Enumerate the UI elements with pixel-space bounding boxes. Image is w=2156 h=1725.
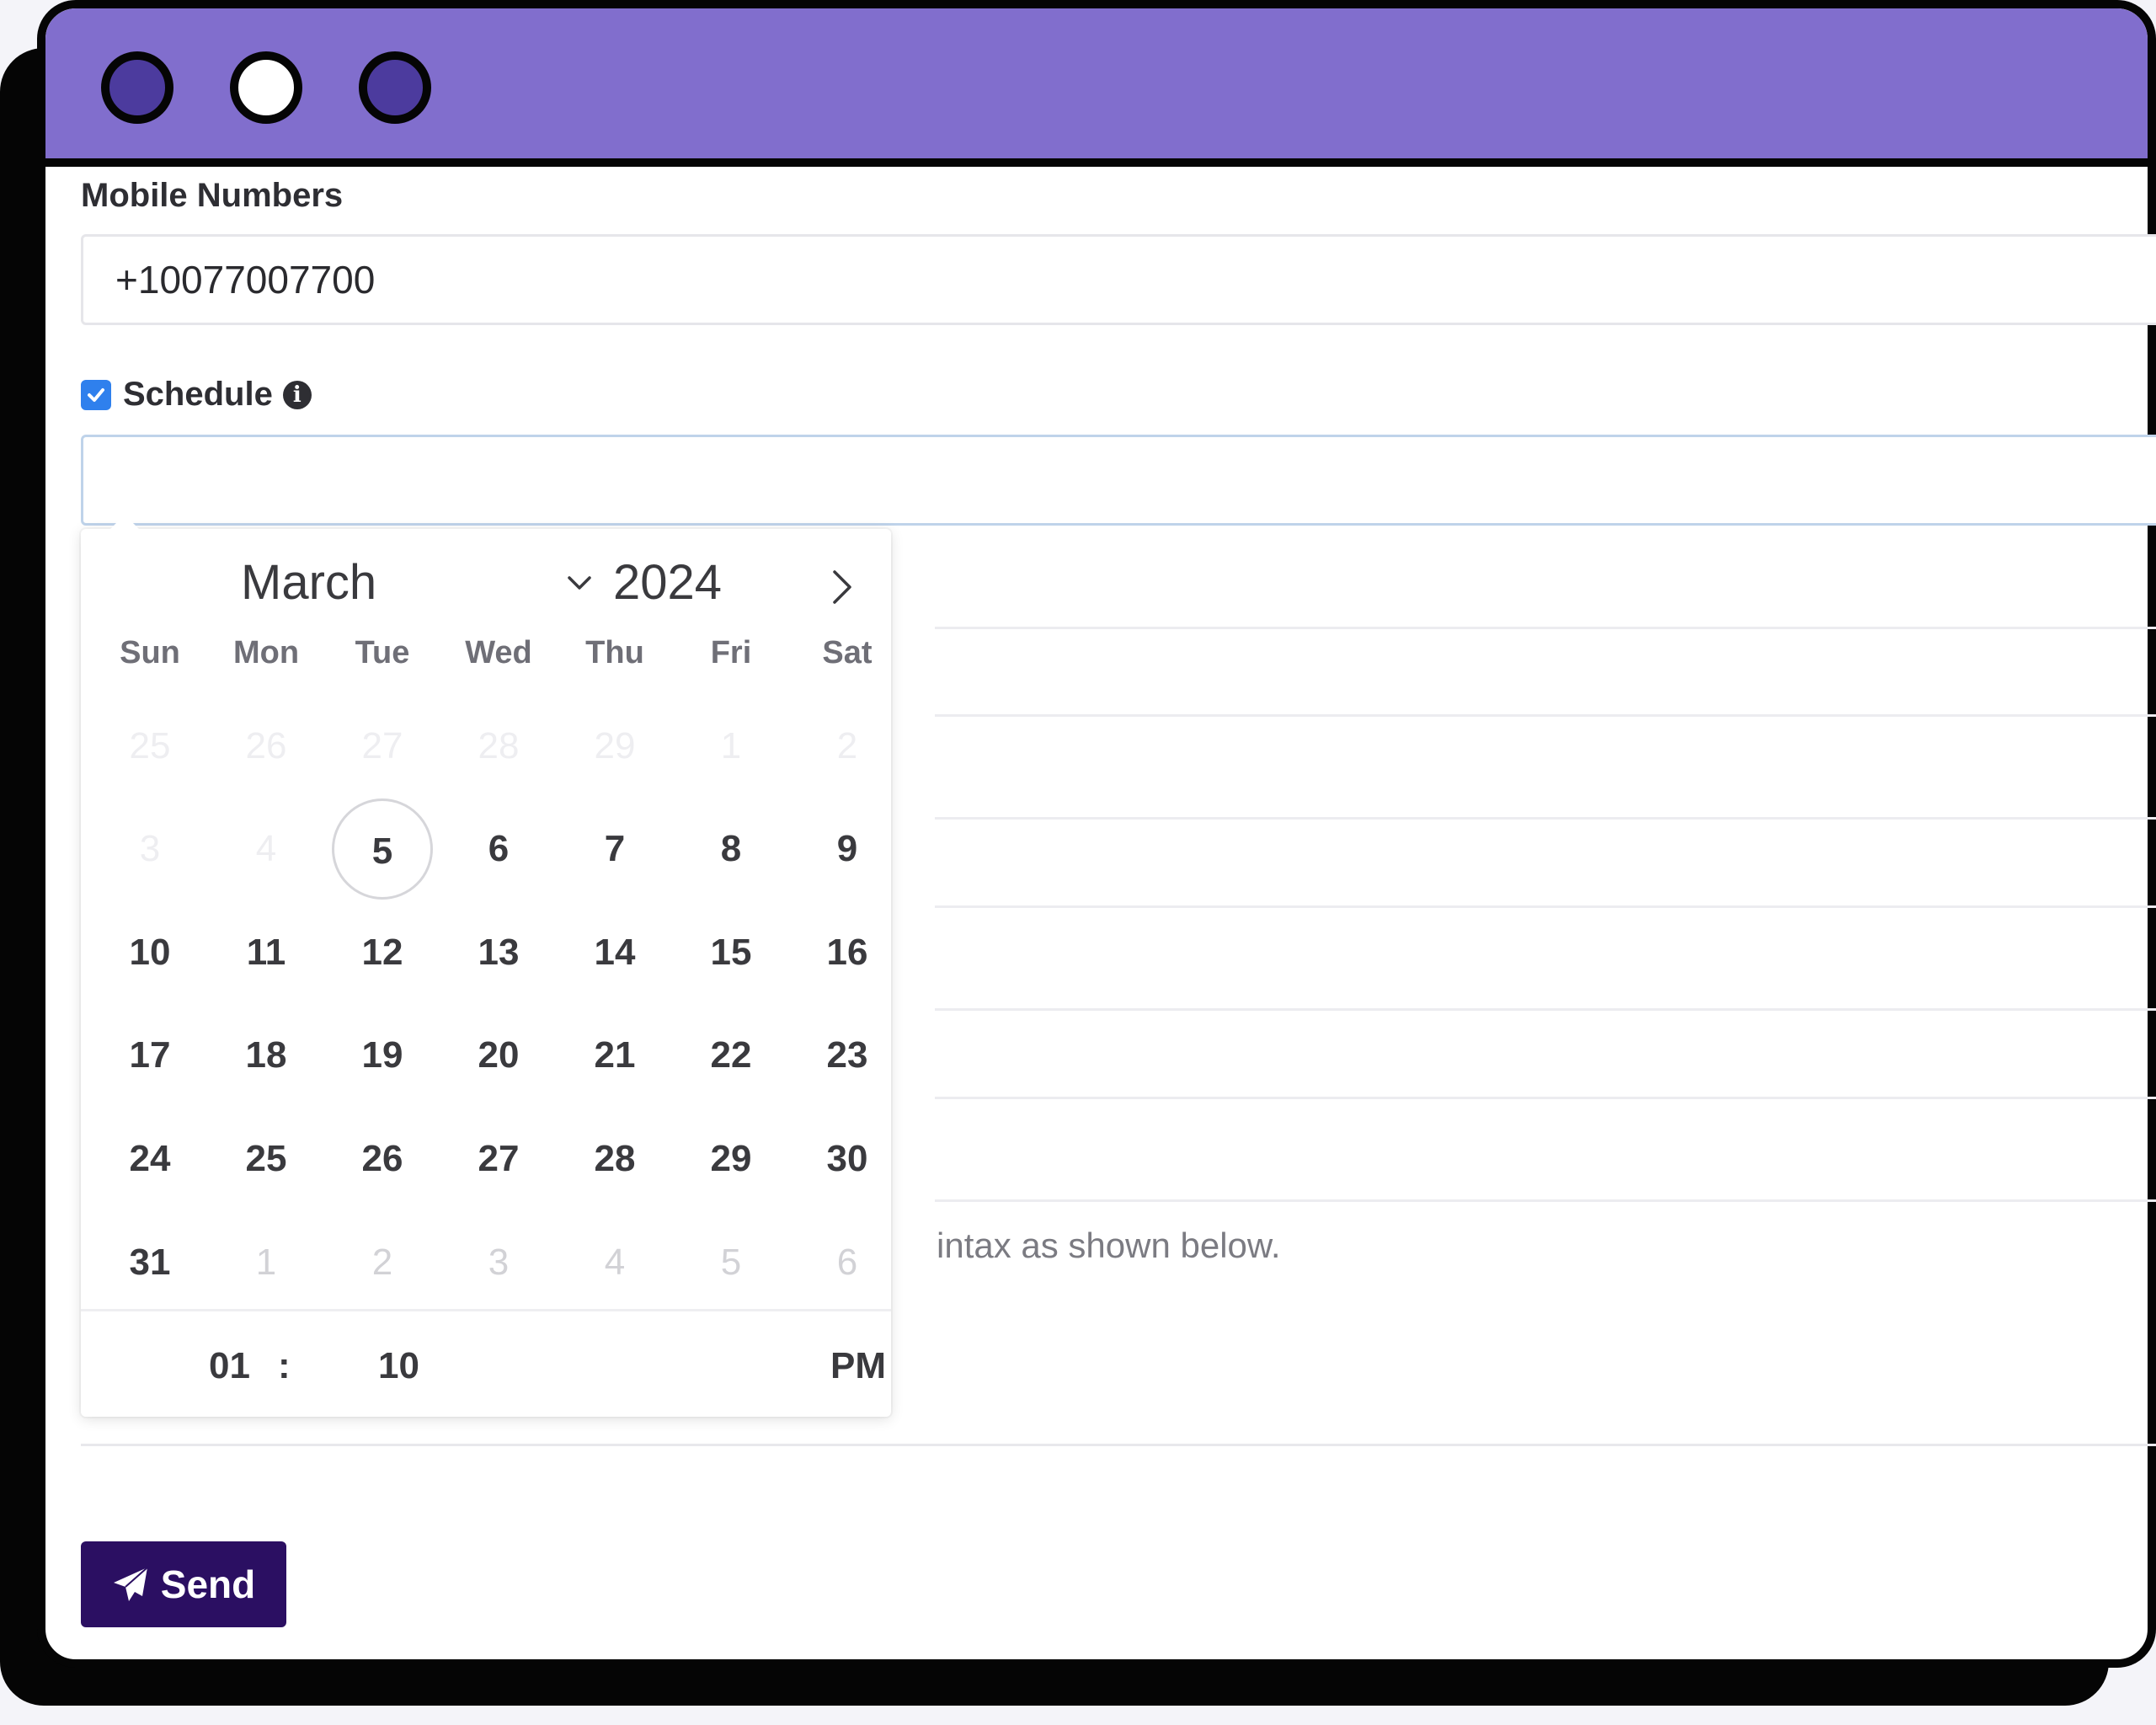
background-divider xyxy=(935,1008,2156,1011)
calendar-day[interactable]: 1 xyxy=(216,1212,317,1313)
calendar-day[interactable]: 19 xyxy=(332,1005,433,1106)
calendar-day[interactable]: 11 xyxy=(216,902,317,1003)
month-select[interactable]: March xyxy=(241,554,376,611)
schedule-checkbox[interactable] xyxy=(81,379,111,410)
calendar-day[interactable]: 4 xyxy=(216,798,317,900)
background-divider xyxy=(935,1097,2156,1099)
calendar-day[interactable]: 6 xyxy=(797,1212,898,1313)
time-separator: : xyxy=(278,1345,291,1386)
schedule-label: Schedule xyxy=(123,376,273,413)
maximize-dot[interactable] xyxy=(359,51,431,124)
close-dot[interactable] xyxy=(101,51,173,124)
calendar-day[interactable]: 23 xyxy=(797,1005,898,1106)
weekday-label: Sun xyxy=(120,635,180,670)
title-bar xyxy=(45,8,2148,167)
mobile-numbers-label: Mobile Numbers xyxy=(81,177,344,214)
mobile-numbers-input[interactable] xyxy=(81,234,2156,325)
calendar-day[interactable]: 21 xyxy=(564,1005,665,1106)
calendar-day[interactable]: 17 xyxy=(99,1005,200,1106)
calendar-day[interactable]: 3 xyxy=(99,798,200,900)
info-icon[interactable]: i xyxy=(282,380,312,409)
calendar-day[interactable]: 6 xyxy=(448,798,549,900)
paper-plane-icon xyxy=(113,1567,148,1601)
weekday-label: Sat xyxy=(822,635,873,670)
calendar-day[interactable]: 4 xyxy=(564,1212,665,1313)
app-scene: Mobile Numbers Schedule i intax as shown… xyxy=(0,0,2156,1725)
calendar-day[interactable]: 25 xyxy=(99,696,200,797)
calendar-day[interactable]: 13 xyxy=(448,902,549,1003)
calendar-day[interactable]: 5 xyxy=(680,1212,782,1313)
calendar-day[interactable]: 8 xyxy=(680,798,782,900)
calendar-day[interactable]: 26 xyxy=(332,1108,433,1210)
syntax-hint-text: intax as shown below. xyxy=(937,1226,1281,1265)
weekday-label: Fri xyxy=(710,635,752,670)
calendar-day[interactable]: 5 xyxy=(332,798,433,900)
calendar-day[interactable]: 30 xyxy=(797,1108,898,1210)
calendar-day[interactable]: 29 xyxy=(680,1108,782,1210)
calendar-day[interactable]: 31 xyxy=(99,1212,200,1313)
minimize-dot[interactable] xyxy=(230,51,302,124)
schedule-row: Schedule i xyxy=(81,376,312,414)
date-picker: March 2024 Sun Mon Tue Wed Thu Fri Sat 25 26 27 2… xyxy=(81,515,891,1419)
background-divider xyxy=(935,905,2156,908)
calendar-day[interactable]: 27 xyxy=(332,696,433,797)
weekday-label: Wed xyxy=(465,635,532,670)
year-input[interactable]: 2024 xyxy=(613,554,722,611)
calendar-day[interactable]: 1 xyxy=(680,696,782,797)
calendar-day[interactable]: 2 xyxy=(332,1212,433,1313)
schedule-datetime-input[interactable] xyxy=(81,435,2156,526)
hour-input[interactable]: 01 xyxy=(209,1345,250,1387)
calendar-day[interactable]: 10 xyxy=(99,902,200,1003)
weekday-label: Tue xyxy=(355,635,410,670)
calendar-day[interactable]: 22 xyxy=(680,1005,782,1106)
calendar-day[interactable]: 28 xyxy=(564,1108,665,1210)
send-button[interactable]: Send xyxy=(81,1541,286,1627)
background-divider xyxy=(935,1199,2156,1202)
background-divider xyxy=(935,627,2156,629)
next-month-arrow-icon[interactable] xyxy=(822,558,864,617)
calendar-day[interactable]: 3 xyxy=(448,1212,549,1313)
calendar-day[interactable]: 29 xyxy=(564,696,665,797)
calendar-day[interactable]: 24 xyxy=(99,1108,200,1210)
send-label: Send xyxy=(160,1562,256,1606)
background-divider xyxy=(81,1444,2156,1446)
background-divider xyxy=(935,714,2156,717)
calendar-day[interactable]: 14 xyxy=(564,902,665,1003)
calendar-day[interactable]: 27 xyxy=(448,1108,549,1210)
time-picker: 01 : 10 PM xyxy=(81,1309,891,1419)
calendar-day[interactable]: 7 xyxy=(564,798,665,900)
weekday-label: Thu xyxy=(585,635,644,670)
calendar-day[interactable]: 9 xyxy=(797,798,898,900)
calendar-day[interactable]: 12 xyxy=(332,902,433,1003)
calendar-day[interactable]: 2 xyxy=(797,696,898,797)
calendar-day[interactable]: 20 xyxy=(448,1005,549,1106)
chevron-down-icon[interactable] xyxy=(563,566,596,600)
calendar-day[interactable]: 26 xyxy=(216,696,317,797)
weekday-label: Mon xyxy=(232,635,300,670)
calendar-day[interactable]: 28 xyxy=(448,696,549,797)
checkmark-icon xyxy=(88,387,104,402)
calendar-day[interactable]: 18 xyxy=(216,1005,317,1106)
background-divider xyxy=(935,817,2156,820)
ampm-toggle[interactable]: PM xyxy=(830,1345,886,1387)
calendar-day[interactable]: 15 xyxy=(680,902,782,1003)
minute-input[interactable]: 10 xyxy=(378,1345,419,1387)
calendar-day[interactable]: 16 xyxy=(797,902,898,1003)
calendar-day[interactable]: 25 xyxy=(216,1108,317,1210)
